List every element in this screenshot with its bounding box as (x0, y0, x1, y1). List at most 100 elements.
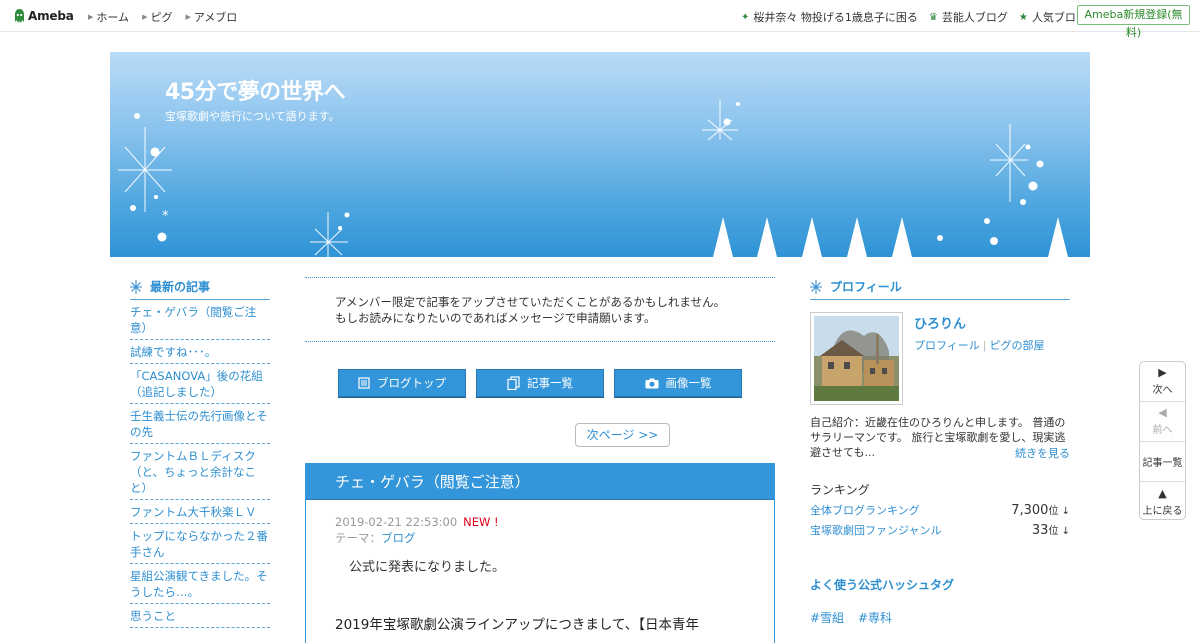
blog-top-button[interactable]: ブログトップ (338, 369, 466, 397)
new-badge: NEW ! (463, 515, 499, 529)
snowflake-icon (130, 279, 142, 294)
image-list-button-label: 画像一覧 (665, 376, 712, 390)
back-to-top-label: 上に戻る (1142, 505, 1183, 517)
ameba-logo-text: Ameba (28, 9, 74, 23)
entry-theme-link[interactable]: ブログ (381, 531, 416, 545)
top-nav-ameblo[interactable]: ▶ アメブロ (185, 9, 237, 25)
recent-entry-link[interactable]: 「CASANOVA」後の花組（追記しました） (130, 364, 270, 404)
ranking-name-link[interactable]: 宝塚歌劇団ファンジャンル (810, 522, 941, 538)
top-nav-home-label: ホーム (96, 11, 130, 24)
next-entry-label: 次へ (1152, 385, 1173, 396)
triangle-up-icon: ▲ (1158, 486, 1167, 500)
recent-entry-link[interactable]: 星組公演観てきました。そうしたら…。 (130, 564, 270, 604)
recent-entries-heading: 最新の記事 (130, 278, 270, 300)
left-sidebar: 最新の記事 チェ・ゲバラ（閲覧ご注意） 試練ですね･･･。 「CASANOVA」… (130, 278, 270, 628)
profile-summary: ひろりん プロフィール | ピグの部屋 (810, 312, 1070, 405)
back-to-top-button[interactable]: ▲ 上に戻る (1140, 482, 1185, 522)
clover-icon: ✦ (741, 11, 750, 23)
arrow-right-icon: ▶ (142, 13, 148, 21)
next-page-button[interactable]: 次ページ >> (575, 423, 670, 447)
document-icon (358, 377, 370, 389)
recent-entries-heading-label: 最新の記事 (150, 280, 211, 294)
top-link-news-label: 桜井奈々 物投げる1歳息子に困る (753, 11, 918, 24)
ranking-row: 宝塚歌劇団ファンジャンル 33位 ↓ (810, 522, 1070, 538)
ranking-unit: 位 ↓ (1048, 506, 1070, 517)
link-separator: | (982, 339, 987, 352)
ranking-unit: 位 ↓ (1048, 526, 1070, 537)
entry-datetime: 2019-02-21 22:53:00 (335, 515, 458, 529)
top-nav: ▶ ホーム ▶ ピグ ▶ アメブロ (88, 9, 250, 25)
prev-entry-label: 前へ (1152, 425, 1173, 436)
ranking-name-link[interactable]: 全体ブログランキング (810, 502, 920, 518)
profile-photo-image (814, 316, 899, 401)
ranking-value: 33位 ↓ (1032, 522, 1070, 538)
profile-name[interactable]: ひろりん (914, 313, 1045, 332)
arrow-right-icon: ▶ (185, 13, 191, 21)
play-right-icon: ▶ (1158, 366, 1167, 379)
entry-list-button-label: 記事一覧 (527, 376, 573, 390)
top-nav-pigg[interactable]: ▶ ピグ (142, 9, 172, 25)
top-nav-home[interactable]: ▶ ホーム (88, 9, 129, 25)
profile-links: プロフィール | ピグの部屋 (914, 337, 1045, 353)
main-column: アメンバー限定で記事をアップさせていただくことがあるかもしれません。 もしお読み… (305, 277, 775, 643)
notice-line-1: アメンバー限定で記事をアップさせていただくことがあるかもしれません。 (335, 295, 726, 309)
top-link-celeb-blog[interactable]: ♛ 芸能人ブログ (929, 9, 1008, 25)
profile-heading: プロフィール (810, 278, 1070, 300)
ranking-heading: ランキング (810, 483, 870, 497)
star-icon: ★ (1018, 11, 1028, 23)
entry-meta: 2019-02-21 22:53:00 NEW ! テーマ：ブログ (306, 500, 774, 546)
arrow-right-icon: ▶ (88, 13, 94, 21)
blog-title[interactable]: 45分で夢の世界へ (165, 74, 346, 106)
top-links: ✦ 桜井奈々 物投げる1歳息子に困る ♛ 芸能人ブログ ★ 人気ブログ (741, 9, 1098, 25)
top-nav-ameblo-label: アメブロ (193, 11, 238, 24)
crown-icon: ♛ (928, 11, 938, 23)
recent-entry-link[interactable]: ファントム大千秋楽ＬＶ (130, 500, 270, 524)
recent-entry-link[interactable]: 思うこと (130, 604, 270, 628)
right-sidebar: プロフィール ひろりん プロフィール | ピグの部屋 自己紹介：近畿在住のひろり… (810, 278, 1070, 626)
blog-header-banner: * 45分で夢の世界へ 宝塚歌劇や旅行について語ります。 (110, 52, 1090, 257)
camera-icon (645, 378, 659, 389)
hashtag-list: #雪組 #専科 (810, 609, 1070, 626)
recent-entry-link[interactable]: ファントムＢＬディスク（と、ちょっと余計なこと） (130, 444, 270, 500)
recent-entries-list: チェ・ゲバラ（閲覧ご注意） 試練ですね･･･。 「CASANOVA」後の花組（追… (130, 300, 270, 628)
ranking-row: 全体ブログランキング 7,300位 ↓ (810, 502, 1070, 518)
ranking-number: 7,300 (1011, 503, 1049, 518)
hashtag-link[interactable]: #専科 (858, 611, 892, 625)
copy-pages-icon (507, 376, 520, 390)
recent-entry-link[interactable]: チェ・ゲバラ（閲覧ご注意） (130, 300, 270, 340)
prev-entry-button[interactable]: ◀ 前へ (1140, 402, 1185, 442)
entry-body-line-1: 公式に発表になりました。 (349, 560, 506, 575)
blog-entry: チェ・ゲバラ（閲覧ご注意） 2019-02-21 22:53:00 NEW ! テ… (305, 463, 775, 643)
recent-entry-link[interactable]: 壬生義士伝の先行画像とその先 (130, 404, 270, 444)
profile-photo[interactable] (810, 312, 903, 405)
recent-entry-link[interactable]: トップにならなかった２番手さん (130, 524, 270, 564)
pigg-room-link[interactable]: ピグの部屋 (990, 339, 1045, 352)
blog-nav-buttons: ブログトップ 記事一覧 画像一覧 (338, 369, 752, 397)
ranking-number: 33 (1031, 523, 1049, 538)
top-link-celeb-label: 芸能人ブログ (941, 11, 1008, 24)
blog-subtitle: 宝塚歌劇や旅行について語ります。 (165, 110, 340, 123)
entry-list-button[interactable]: 記事一覧 (476, 369, 604, 397)
floating-entry-list-label: 記事一覧 (1142, 458, 1183, 469)
ameba-logo[interactable]: Ameba (13, 6, 74, 26)
top-link-news[interactable]: ✦ 桜井奈々 物投げる1歳息子に困る (741, 9, 918, 25)
floating-entry-list-button[interactable]: 記事一覧 (1140, 442, 1185, 482)
profile-heading-label: プロフィール (830, 280, 902, 294)
recent-entry-link[interactable]: 試練ですね･･･。 (130, 340, 270, 364)
next-entry-button[interactable]: ▶ 次へ (1140, 362, 1185, 402)
profile-link[interactable]: プロフィール (914, 339, 980, 352)
hashtag-heading: よく使う公式ハッシュタグ (810, 578, 955, 592)
global-header: Ameba ▶ ホーム ▶ ピグ ▶ アメブロ ✦ 桜井奈々 物投げる1歳息子に困る ♛… (0, 0, 1200, 39)
ranking-value: 7,300位 ↓ (1011, 502, 1070, 518)
blog-top-button-label: ブログトップ (377, 376, 446, 390)
hashtag-link[interactable]: #雪組 (810, 611, 844, 625)
register-button[interactable]: Ameba新規登録(無料) (1077, 5, 1190, 39)
entry-theme-label: テーマ： (335, 531, 381, 545)
svg-text:*: * (162, 209, 169, 224)
amember-notice: アメンバー限定で記事をアップさせていただくことがあるかもしれません。 もしお読み… (305, 277, 775, 342)
image-list-button[interactable]: 画像一覧 (614, 369, 742, 397)
floating-entry-nav: ▶ 次へ ◀ 前へ 記事一覧 ▲ 上に戻る (1139, 361, 1186, 520)
entry-title[interactable]: チェ・ゲバラ（閲覧ご注意） (306, 464, 774, 500)
top-nav-pigg-label: ピグ (150, 11, 173, 24)
profile-info: ひろりん プロフィール | ピグの部屋 (914, 312, 1045, 405)
